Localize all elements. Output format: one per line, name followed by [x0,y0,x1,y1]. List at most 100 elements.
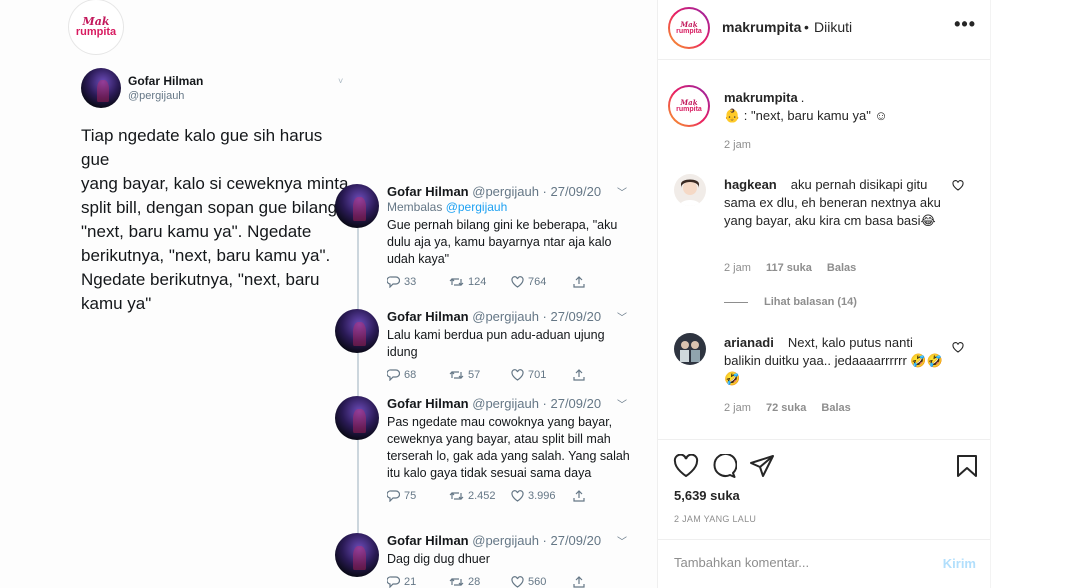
comment-reply-button[interactable]: Balas [827,262,856,274]
comment-like-icon[interactable] [952,180,964,191]
brand-logo-line2: rumpita [75,26,117,38]
tweet-author-avatar [335,309,379,353]
account-avatar[interactable]: Mak rumpita [668,7,710,49]
tweet-author-avatar [335,396,379,440]
reply-author-name: Gofar Hilman [387,184,469,199]
post-actions: 5,639 suka 2 JAM YANG LALU [658,439,990,549]
page-background [990,0,1081,588]
like-icon [511,576,524,588]
retweet-count: 57 [468,369,481,381]
like-icon [511,490,524,502]
caret-icon: ˅ [338,76,344,86]
comment-input[interactable] [674,555,914,570]
post-comment-button[interactable]: Kirim [943,556,976,571]
comment-icon[interactable] [711,454,737,478]
chevron-down-icon: ﹀ [617,188,627,199]
like-icon [511,369,524,381]
retweet-count: 28 [468,576,481,588]
reply-icon [387,576,400,588]
caption-username[interactable]: makrumpita [724,90,798,105]
caption-time[interactable]: 2 jam [724,139,751,151]
add-comment-bar: Kirim [658,539,990,588]
reply-icon [387,369,400,381]
retweet-icon [449,278,464,286]
reply-count: 21 [404,576,417,588]
chevron-down-icon: ﹀ [617,400,627,411]
bookmark-icon[interactable] [956,454,978,478]
avatar-brand-line1: Mak [680,20,698,29]
tweet-author-avatar [81,68,121,108]
reply-to-handle: @pergijauh [445,200,508,214]
separator-dot: • [804,19,809,35]
tweet-author-avatar [335,533,379,577]
follow-status-button[interactable]: Diikuti [814,19,852,35]
more-options-icon[interactable]: ••• [954,14,976,35]
reply-icon [387,276,400,288]
tweet-author-avatar [335,184,379,228]
reply-meta: @pergijauh · 27/09/20 [472,309,602,324]
share-icon [573,276,585,288]
share-icon [573,369,585,381]
share-icon [573,490,585,502]
like-icon [511,276,524,288]
share-icon [573,576,585,588]
comment-time[interactable]: 2 jam [724,402,751,414]
caption-text-line1: . [800,90,805,105]
commenter-avatar[interactable] [674,174,706,206]
reply-count: 68 [404,369,417,381]
retweet-icon [449,371,464,379]
account-username[interactable]: makrumpita [722,19,801,35]
like-count[interactable]: 5,639 suka [674,488,740,503]
heart-icon[interactable] [673,454,699,478]
tweet-author-handle: @pergijauh [128,90,185,102]
reply-text: Dag dig dug dhuer [387,552,490,566]
comment-reply-button[interactable]: Balas [821,402,850,414]
brand-logo: Mak rumpita [69,0,123,54]
reply-count: 75 [404,490,417,502]
retweet-count: 124 [468,276,487,288]
post-time[interactable]: 2 JAM YANG LALU [674,514,756,524]
comment-username[interactable]: arianadi [724,335,774,350]
main-tweet-text: Tiap ngedate kalo gue sih harus gue yang… [81,126,349,313]
like-count: 764 [528,276,547,288]
like-count: 560 [528,576,547,588]
reply-count: 33 [404,276,417,288]
reply-to-label: Membalas [387,200,443,214]
post-header: Mak rumpita makrumpita • Diikuti ••• [658,0,990,60]
comment-likes[interactable]: 72 suka [766,402,806,414]
avatar-brand-line2: rumpita [676,106,702,113]
retweet-icon [449,492,464,500]
avatar-brand-line1: Mak [680,98,698,107]
reply-text: Lalu kami berdua pun adu-aduan ujung idu… [387,328,605,359]
comment-username[interactable]: hagkean [724,177,777,192]
retweet-count: 2.452 [468,490,496,502]
reply-meta: @pergijauh · 27/09/20 [472,533,602,548]
commenter-avatar[interactable] [674,333,706,365]
view-replies-button[interactable]: Lihat balasan (14) [724,296,857,308]
reply-text: Gue pernah bilang gini ke beberapa, "aku… [387,218,618,266]
like-count: 3.996 [528,490,556,502]
reply-author-name: Gofar Hilman [387,396,469,411]
post-image[interactable]: Mak rumpita Gofar Hilman @pergijauh ˅ Ti… [0,0,657,588]
share-icon[interactable] [749,454,775,478]
retweet-icon [449,578,464,586]
chevron-down-icon: ﹀ [617,537,627,548]
reply-author-name: Gofar Hilman [387,309,469,324]
thread-line [357,228,359,534]
comment-like-icon[interactable] [952,342,964,353]
reply-author-name: Gofar Hilman [387,533,469,548]
tweet-author-name: Gofar Hilman [128,74,204,88]
account-avatar[interactable]: Mak rumpita [668,85,710,127]
view-replies-label: Lihat balasan (14) [764,296,857,308]
main-tweet-header: Gofar Hilman @pergijauh [81,68,203,108]
comment-time[interactable]: 2 jam [724,262,751,274]
replies-dash [724,301,748,303]
post-sidebar: Mak rumpita makrumpita • Diikuti ••• Mak r… [658,0,990,588]
reply-meta: @pergijauh · 27/09/20 [472,396,602,411]
reply-meta: @pergijauh · 27/09/20 [472,184,602,199]
like-count: 701 [528,369,547,381]
comment-likes[interactable]: 117 suka [766,262,812,274]
reply-icon [387,490,400,502]
caption-text-line2: 👶 : "next, baru kamu ya" ☺ [724,108,888,123]
avatar-brand-line2: rumpita [676,28,702,35]
